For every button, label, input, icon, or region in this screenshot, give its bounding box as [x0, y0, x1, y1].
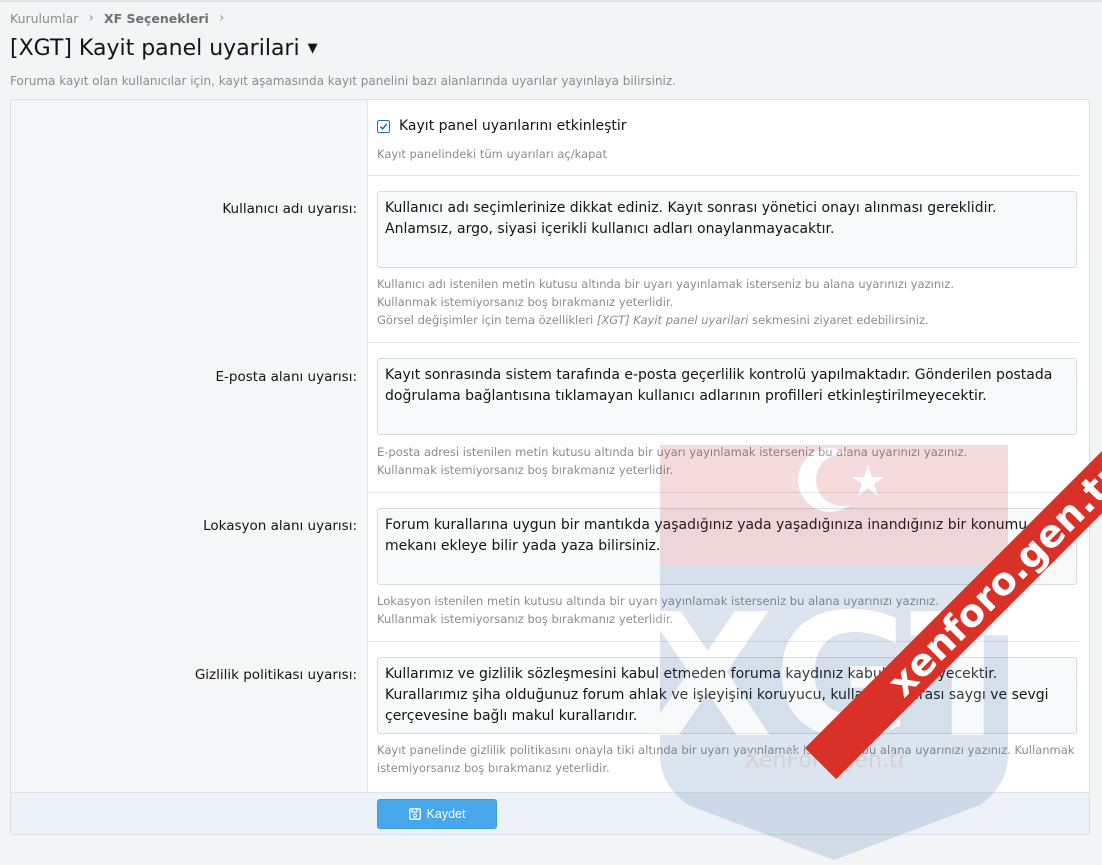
privacy-warning-textarea[interactable]: Kullarımız ve gizlilik sözleşmesini kabu… — [377, 657, 1077, 734]
enable-option-label: Kayıt panel uyarılarını etkinleştir — [399, 118, 627, 134]
hint-line: Kayıt panelinde gizlilik politikasını on… — [377, 743, 1075, 775]
email-warning-hint: E-posta adresi istenilen metin kutusu al… — [377, 443, 1077, 479]
location-warning-textarea[interactable]: Forum kurallarına uygun bir mantıkda yaş… — [377, 508, 1077, 585]
checkbox-checked-icon[interactable] — [377, 119, 390, 133]
chevron-right-icon: › — [218, 10, 225, 26]
breadcrumb-item-kurulumlar[interactable]: Kurulumlar — [10, 11, 78, 26]
hint-emphasis: [XGT] Kayit panel uyarilari — [596, 313, 749, 327]
email-warning-label: E-posta alanı uyarısı: — [215, 369, 357, 385]
hint-line: Lokasyon istenilen metin kutusu altında … — [377, 594, 939, 608]
hint-line: Kullanıcı adı istenilen metin kutusu alt… — [377, 277, 955, 291]
username-warning-label: Kullanıcı adı uyarısı: — [222, 201, 357, 217]
hint-line: Görsel değişimler için tema özellikleri … — [377, 311, 1077, 329]
hint-line: Kullanmak istemiyorsanız boş bırakmanız … — [377, 612, 674, 626]
page-title[interactable]: [XGT] Kayit panel uyarilari ▼ — [10, 36, 318, 61]
enable-option[interactable]: Kayıt panel uyarılarını etkinleştir — [377, 118, 627, 134]
hint-text: sekmesini ziyaret edebilirsiniz. — [748, 313, 929, 327]
email-warning-textarea[interactable]: Kayıt sonrasında sistem tarafında e-post… — [377, 358, 1077, 435]
row-divider — [367, 175, 1079, 176]
form-footer: Kaydet — [11, 792, 1089, 834]
row-divider — [367, 342, 1079, 343]
username-warning-hint: Kullanıcı adı istenilen metin kutusu alt… — [377, 275, 1077, 329]
enable-option-hint: Kayıt panelindeki tüm uyarıları aç/kapat — [377, 147, 607, 161]
row-divider — [367, 492, 1079, 493]
hint-line: Kullanmak istemiyorsanız boş bırakmanız … — [377, 295, 674, 309]
save-button[interactable]: Kaydet — [377, 799, 497, 829]
save-icon — [408, 808, 421, 820]
top-border — [0, 0, 1102, 2]
caret-down-icon[interactable]: ▼ — [308, 41, 318, 56]
page-title-text: [XGT] Kayit panel uyarilari — [10, 36, 300, 61]
save-button-label: Kaydet — [426, 807, 466, 821]
row-divider — [367, 641, 1079, 642]
page-description: Foruma kayıt olan kullanıcılar için, kay… — [10, 74, 676, 88]
hint-line: E-posta adresi istenilen metin kutusu al… — [377, 445, 968, 459]
hint-line: Kullanmak istemiyorsanız boş bırakmanız … — [377, 463, 674, 477]
username-warning-textarea[interactable]: Kullanıcı adı seçimlerinize dikkat edini… — [377, 191, 1077, 268]
location-warning-hint: Lokasyon istenilen metin kutusu altında … — [377, 592, 1077, 628]
chevron-right-icon: › — [88, 10, 95, 26]
privacy-warning-hint: Kayıt panelinde gizlilik politikasını on… — [377, 741, 1077, 777]
privacy-warning-label: Gizlilik politikası uyarısı: — [194, 667, 357, 683]
breadcrumb: Kurulumlar › XF Seçenekleri › — [10, 10, 234, 26]
options-panel: Kayıt panel uyarılarını etkinleştir Kayı… — [10, 99, 1090, 835]
location-warning-label: Lokasyon alanı uyarısı: — [203, 518, 357, 534]
breadcrumb-item-xf-secenekleri[interactable]: XF Seçenekleri — [104, 11, 209, 26]
hint-text: Görsel değişimler için tema özellikleri — [377, 313, 597, 327]
